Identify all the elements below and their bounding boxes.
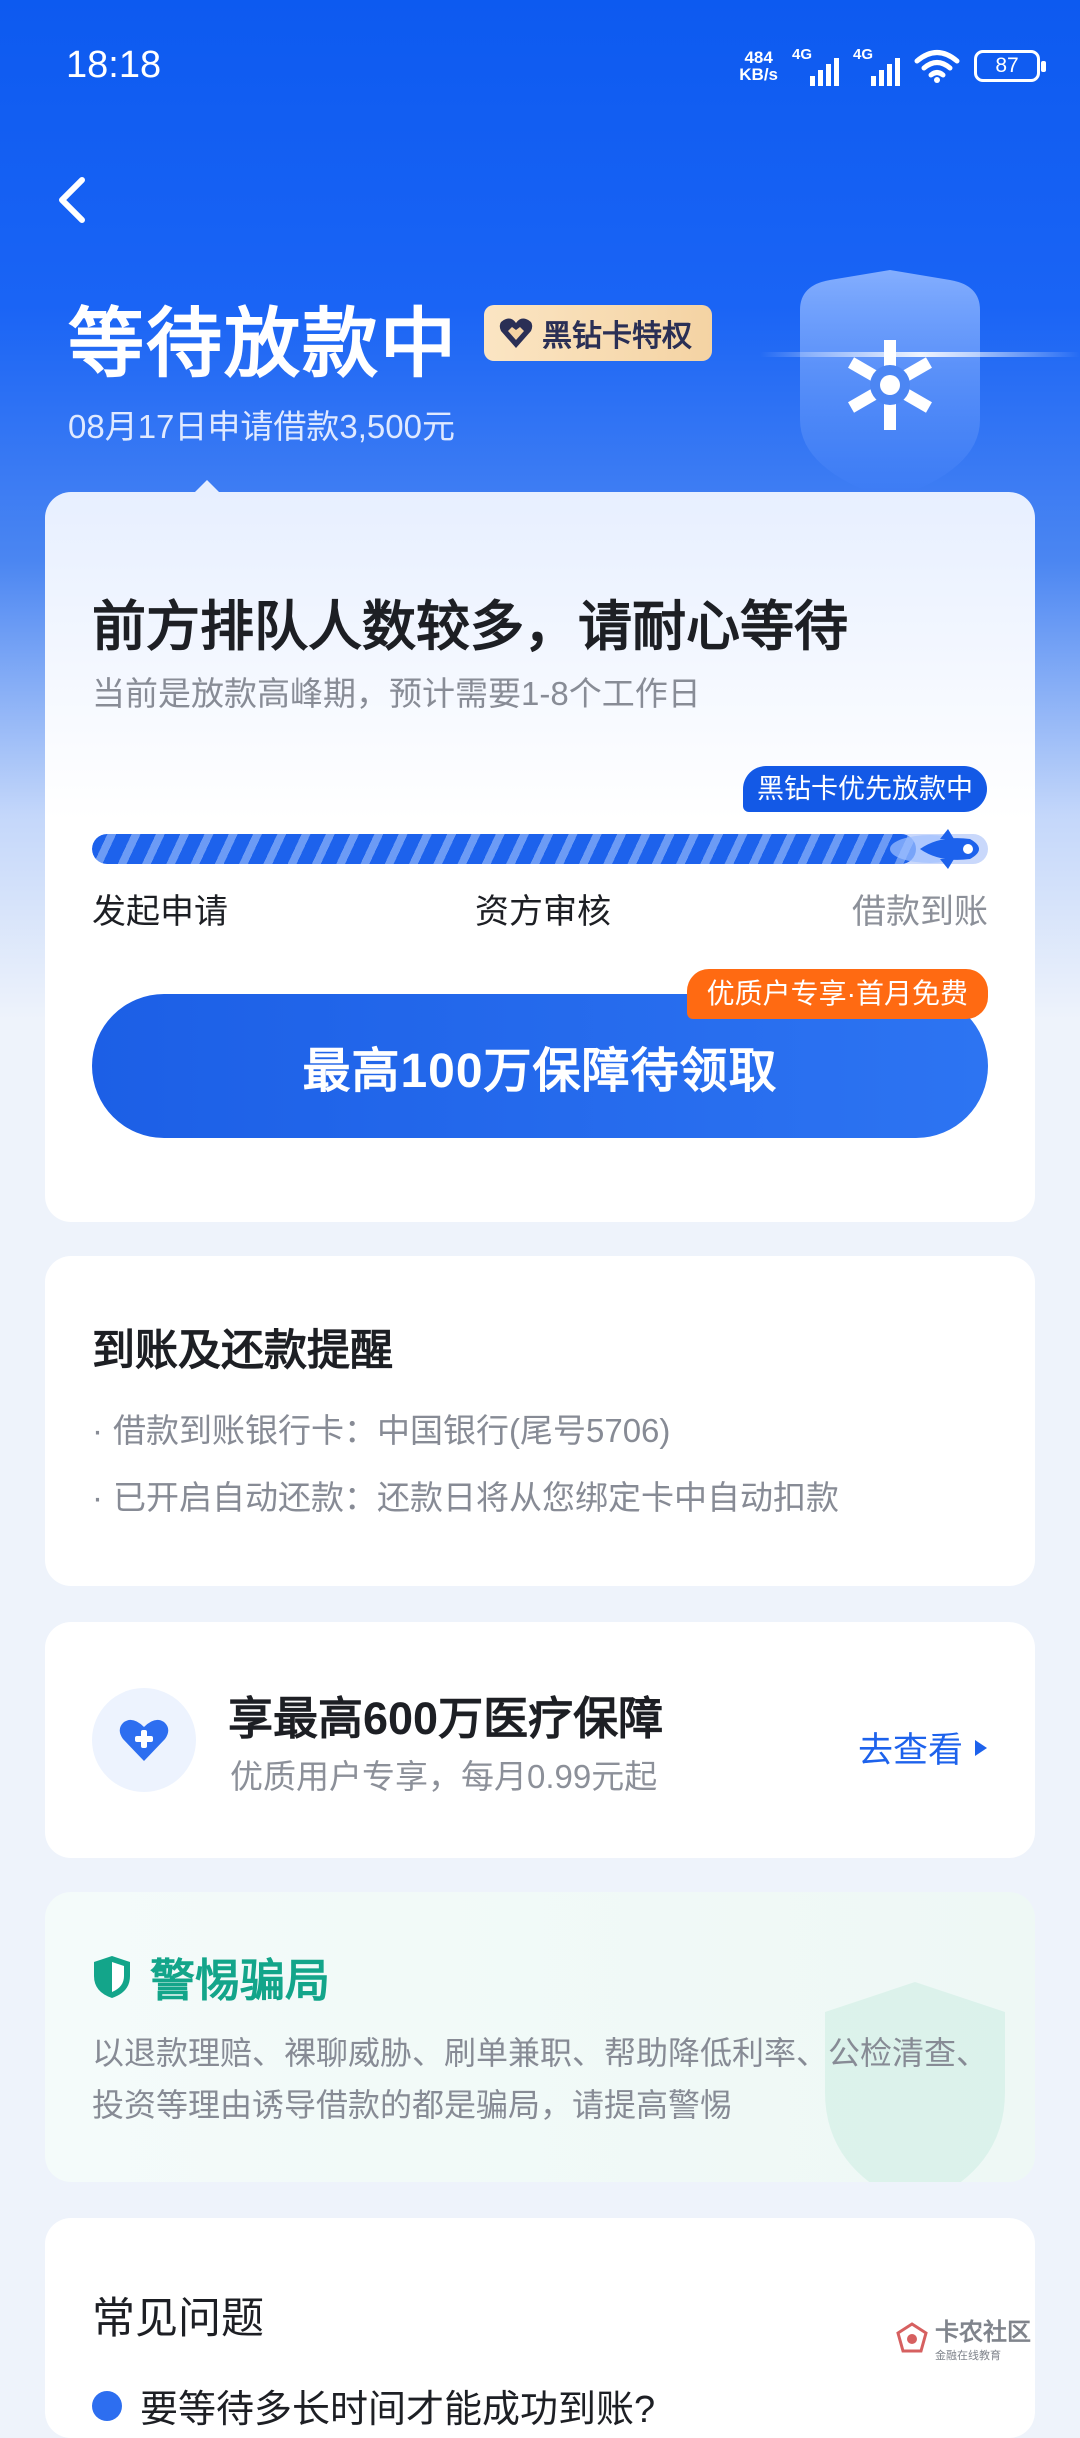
reminder-title: 到账及还款提醒 — [92, 1327, 393, 1375]
view-details-link[interactable]: 去查看 — [858, 1722, 987, 1773]
status-time: 18:18 — [66, 44, 162, 86]
medical-subtitle: 优质用户专享，每月0.99元起 — [230, 1758, 658, 1795]
fraud-text: 以退款理赔、裸聊威胁、刷单兼职、帮助降低利率、公检清查、投资等理由诱导借款的都是… — [92, 2035, 989, 2123]
bank-card-reminder: · 借款到账银行卡：中国银行(尾号5706) — [92, 1412, 671, 1449]
progress-track — [92, 834, 988, 864]
faq-question-1[interactable]: 要等待多长时间才能成功到账? — [92, 2378, 655, 2433]
medical-insurance-card[interactable]: 享最高600万医疗保障 优质用户专享，每月0.99元起 去查看 — [45, 1622, 1035, 1858]
cellular-signal-icon: 4G — [792, 46, 839, 86]
medical-title: 享最高600万医疗保障 — [228, 1693, 664, 1744]
queue-title: 前方排队人数较多，请耐心等待 — [92, 597, 848, 657]
free-first-month-badge: 优质户专享·首月免费 — [686, 969, 988, 1019]
bullet-icon — [92, 2390, 122, 2421]
kanong-logo-icon — [896, 2321, 928, 2352]
fraud-title: 警惕骗局 — [92, 1944, 330, 2009]
page-title: 等待放款中 — [68, 302, 458, 387]
priority-badge: 黑钻卡优先放款中 — [743, 766, 987, 812]
wifi-icon — [914, 50, 960, 83]
back-button[interactable] — [44, 170, 104, 230]
faq-title: 常见问题 — [92, 2295, 264, 2343]
progress-fill — [92, 834, 917, 864]
vip-privilege-badge[interactable]: 黑钻卡特权 — [484, 305, 712, 361]
loan-subtitle: 08月17日申请借款3,500元 — [68, 408, 455, 445]
step-apply: 发起申请 — [92, 893, 228, 931]
chevron-left-icon — [59, 177, 85, 223]
network-speed: 484 KB/s — [739, 48, 778, 84]
faq-card: 常见问题 要等待多长时间才能成功到账? — [45, 2218, 1035, 2438]
reminder-card: 到账及还款提醒 · 借款到账银行卡：中国银行(尾号5706) · 已开启自动还款：还… — [45, 1256, 1035, 1586]
heart-diamond-icon — [499, 318, 533, 348]
rocket-icon — [890, 829, 979, 869]
step-review: 资方审核 — [475, 893, 611, 931]
loan-status-card: 前方排队人数较多，请耐心等待 当前是放款高峰期，预计需要1-8个工作日 黑钻卡优… — [45, 480, 1035, 1222]
status-indicators: 484 KB/s 4G 4G 87 — [739, 46, 1046, 86]
step-disbursed: 借款到账 — [852, 893, 988, 931]
fraud-warning-card: 警惕骗局 以退款理赔、裸聊威胁、刷单兼职、帮助降低利率、公检清查、投资等理由诱导… — [45, 1892, 1035, 2182]
triangle-right-icon — [975, 1739, 987, 1756]
auto-repay-reminder: · 已开启自动还款：还款日将从您绑定卡中自动扣款 — [92, 1479, 839, 1516]
battery-icon: 87 — [974, 50, 1046, 82]
watermark: 卡农社区 金融在线教育 — [895, 2312, 1031, 2363]
queue-subtitle: 当前是放款高峰期，预计需要1-8个工作日 — [92, 675, 701, 712]
shield-emblem-icon — [760, 270, 1080, 500]
cellular-signal-icon-2: 4G — [853, 46, 900, 86]
shield-check-icon — [94, 1955, 130, 1998]
card-pointer — [193, 480, 221, 494]
status-bar: 18:18 484 KB/s 4G 4G 87 — [0, 0, 1080, 140]
medical-heart-icon — [92, 1688, 196, 1792]
